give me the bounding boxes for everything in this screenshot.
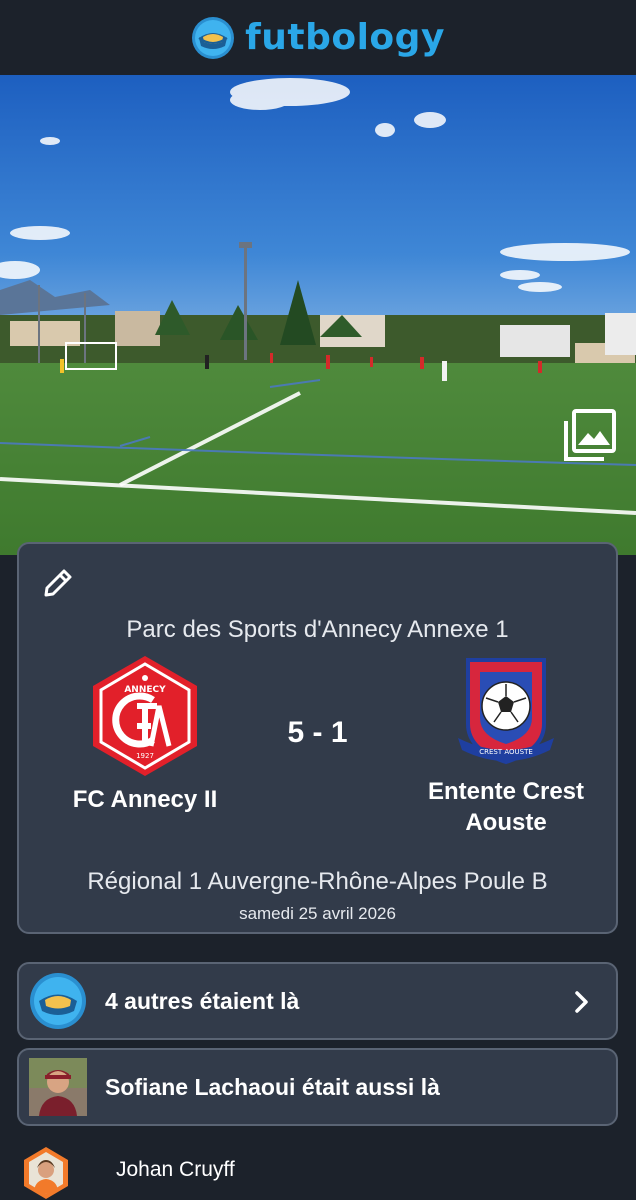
brand[interactable]: futbology (191, 16, 445, 60)
user-avatar (24, 1147, 68, 1199)
crest-ribbon-text: CREST AOUSTE (479, 748, 533, 756)
match-card: Parc des Sports d'Annecy Annexe 1 ANNECY… (17, 542, 618, 934)
match-date: samedi 25 avril 2026 (239, 904, 396, 923)
match-photo[interactable] (0, 75, 636, 555)
others-attended-label: 4 autres étaient là (105, 987, 300, 1014)
chevron-right-icon (575, 991, 588, 1013)
friend-attended-label: Sofiane Lachaoui était aussi là (105, 1073, 440, 1100)
competition-name[interactable]: Régional 1 Auvergne-Rhône-Alpes Poule B (19, 868, 616, 896)
comment-user-row[interactable]: Johan Cruyff (0, 1140, 636, 1200)
venue-name: Parc des Sports d'Annecy Annexe 1 (126, 616, 509, 643)
app-header: futbology (0, 0, 636, 75)
entente-crest-aouste-crest-icon: CREST AOUSTE (458, 658, 554, 765)
crest-text-bottom: 1927 (136, 752, 154, 760)
friend-avatar (29, 1058, 87, 1116)
away-team-name-line2: Aouste (465, 809, 547, 836)
pencil-icon[interactable] (41, 566, 75, 600)
away-team[interactable]: CREST AOUSTE Entente Crest Aouste (396, 654, 616, 838)
gallery-icon[interactable] (560, 407, 618, 465)
home-team-name: FC Annecy II (72, 786, 218, 813)
stadium-logo-icon (30, 973, 86, 1029)
brand-name: futbology (245, 17, 445, 58)
friend-attended-row[interactable]: Sofiane Lachaoui était aussi là (17, 1048, 618, 1126)
away-team-name: Entente Crest Aouste (396, 776, 616, 838)
match-photo-image (0, 75, 636, 555)
stadium-logo-icon (192, 16, 235, 59)
user-name[interactable]: Johan Cruyff (116, 1158, 235, 1182)
away-team-name-line1: Entente Crest (427, 778, 585, 805)
others-attended-row[interactable]: 4 autres étaient là (17, 962, 618, 1040)
